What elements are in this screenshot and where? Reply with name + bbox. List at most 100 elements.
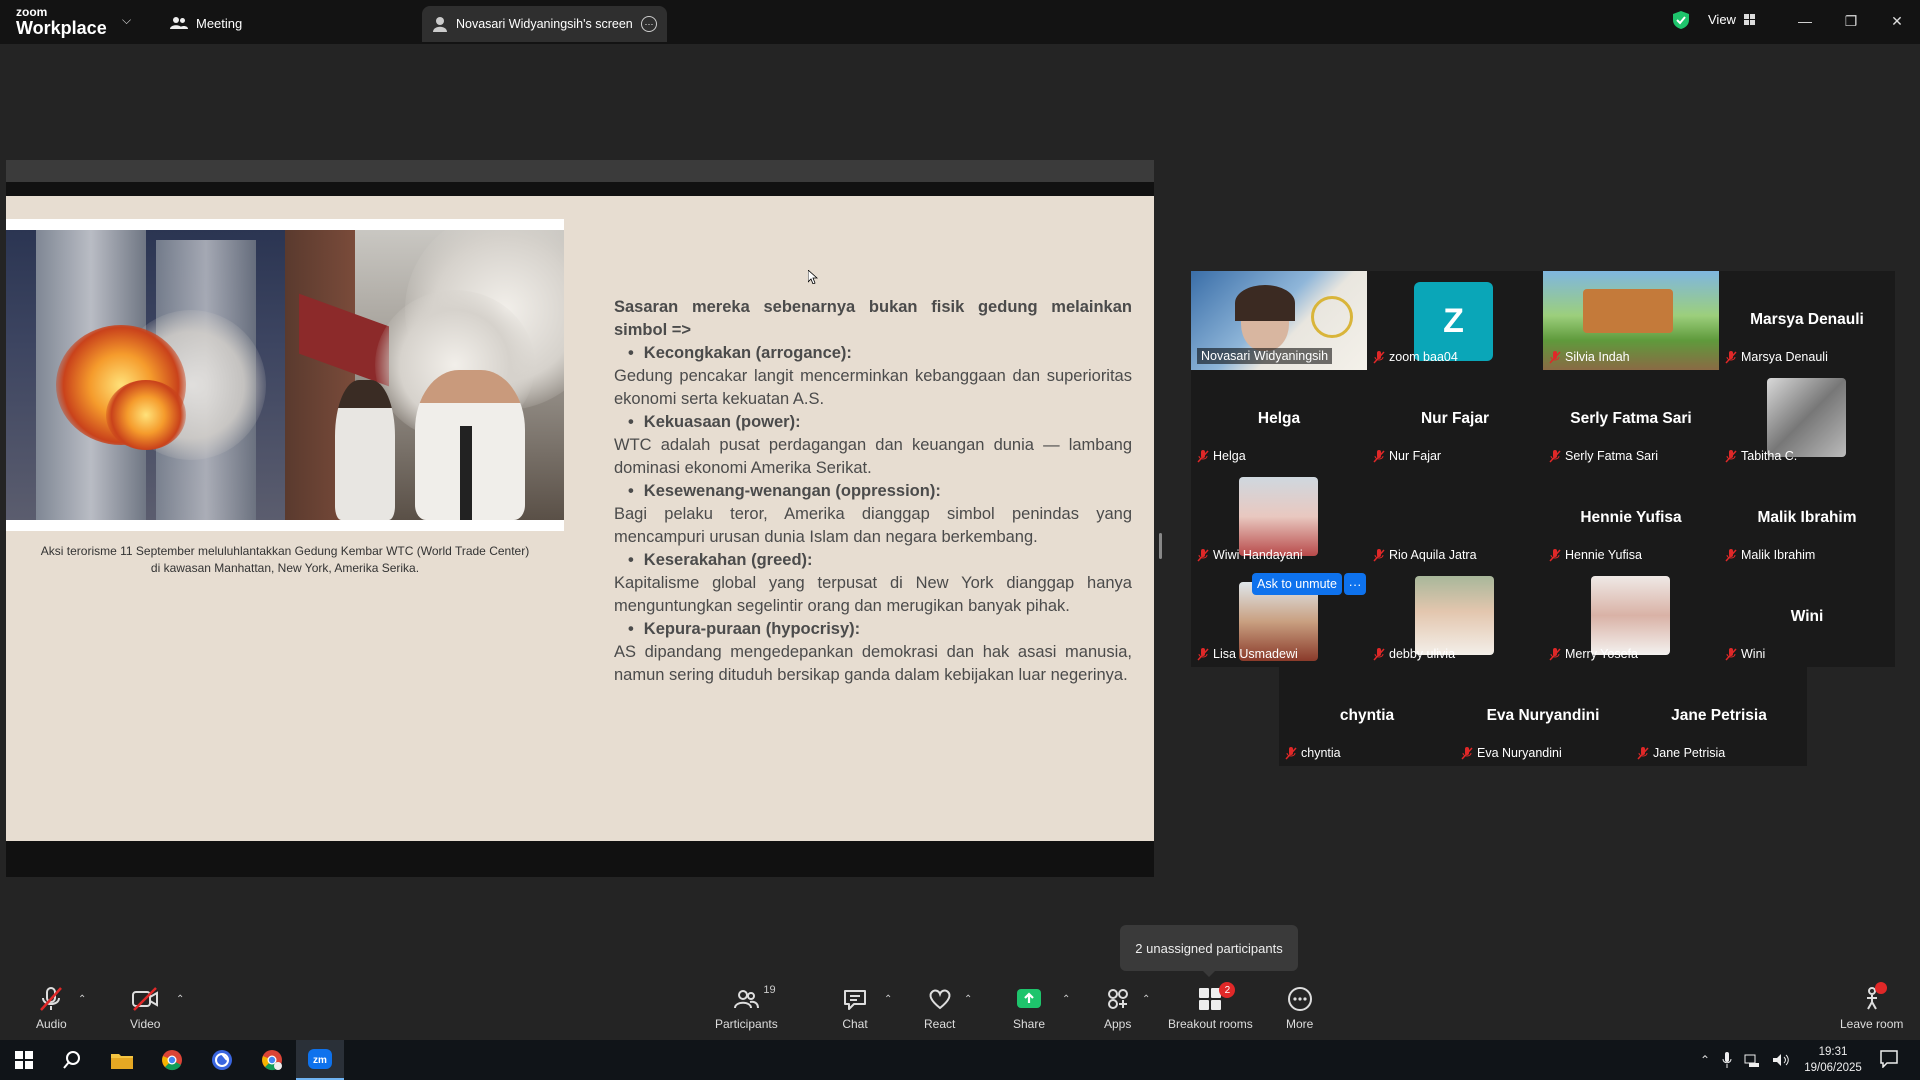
slide-body-text: Sasaran mereka sebenarnya bukan fisik ge… (614, 296, 1132, 687)
muted-mic-icon (1549, 647, 1561, 661)
participant-tile[interactable]: Nur Fajar Nur Fajar (1367, 370, 1543, 469)
encryption-shield-icon[interactable] (1672, 10, 1690, 30)
participant-tile[interactable]: chyntia chyntia (1279, 667, 1455, 766)
view-label: View (1708, 12, 1736, 27)
participant-name-text: Novasari Widyaningsih (1201, 349, 1329, 363)
tab-meeting-label: Meeting (196, 15, 243, 31)
participant-tile[interactable]: Malik Ibrahim Malik Ibrahim (1719, 469, 1895, 568)
taskbar-clock[interactable]: 19:31 19/06/2025 (1802, 1044, 1864, 1076)
more-options-icon[interactable]: ··· (641, 16, 657, 32)
avatar (1591, 576, 1670, 655)
breakout-rooms-button[interactable]: 2 Breakout rooms (1168, 982, 1253, 1031)
participant-name: Lisa Usmadewi (1213, 647, 1298, 661)
ask-to-unmute-button[interactable]: Ask to unmute (1252, 573, 1342, 595)
muted-mic-icon (1725, 548, 1737, 562)
tab-meeting[interactable]: Meeting (170, 10, 242, 36)
muted-mic-icon (1197, 647, 1209, 661)
participants-icon (734, 990, 760, 1009)
browser-app-icon[interactable] (198, 1040, 246, 1080)
react-button[interactable]: React (924, 986, 955, 1031)
muted-mic-icon (1373, 647, 1385, 661)
muted-mic-icon (40, 987, 63, 1011)
caption-line-1: Aksi terorisme 11 September meluluhlanta… (40, 544, 530, 558)
apps-options-caret-icon[interactable]: ⌃ (1142, 994, 1150, 1005)
zoom-app-icon[interactable]: zm (296, 1040, 344, 1080)
react-label: React (924, 1017, 956, 1031)
audio-button[interactable]: Audio (36, 986, 67, 1031)
view-button[interactable]: View (1708, 12, 1755, 27)
chat-options-caret-icon[interactable]: ⌃ (884, 994, 892, 1005)
chat-button[interactable]: Chat (842, 986, 868, 1031)
network-icon[interactable] (1744, 1053, 1760, 1067)
muted-mic-icon (1725, 647, 1737, 661)
participant-tile[interactable]: Hennie Yufisa Hennie Yufisa (1543, 469, 1719, 568)
microphone-icon[interactable] (1722, 1052, 1732, 1068)
participant-name: zoom baa04 (1389, 350, 1458, 364)
participant-tile[interactable]: Wiwi Handayani (1191, 469, 1367, 568)
search-icon[interactable] (48, 1040, 96, 1080)
participant-name: Merry Yosefa (1565, 647, 1638, 661)
video-options-caret-icon[interactable]: ⌃ (176, 994, 184, 1005)
volume-icon[interactable] (1772, 1053, 1790, 1067)
participant-name: Novasari Widyaningsih (1197, 348, 1333, 364)
participant-tile[interactable]: Rio Aquila Jatra (1367, 469, 1543, 568)
share-screen-icon (1017, 989, 1042, 1008)
notification-center-icon[interactable] (1880, 1050, 1898, 1068)
participant-tile[interactable]: debby ulivia (1367, 568, 1543, 667)
react-options-caret-icon[interactable]: ⌃ (964, 994, 972, 1005)
participant-tile[interactable]: Serly Fatma Sari Serly Fatma Sari (1543, 370, 1719, 469)
twin-towers-image (6, 230, 285, 520)
participant-display-name: Eva Nuryandini (1486, 707, 1600, 724)
participant-more-button[interactable]: ··· (1344, 573, 1366, 595)
point-body: Bagi pelaku teror, Amerika dianggap simb… (614, 505, 1132, 546)
participant-tile[interactable]: Eva Nuryandini Eva Nuryandini (1455, 667, 1631, 766)
restore-icon[interactable]: ❐ (1836, 9, 1866, 33)
chevron-down-icon[interactable]: ⌵ (122, 13, 131, 28)
leave-room-label: Leave room (1840, 1017, 1904, 1031)
participant-tile[interactable]: Wini Wini (1719, 568, 1895, 667)
presentation-slide: Aksi terorisme 11 September meluluhlanta… (6, 196, 1154, 841)
street-running-people-image (285, 230, 564, 520)
chevron-up-icon[interactable]: ⌃ (1700, 1053, 1710, 1067)
more-label: More (1286, 1017, 1314, 1031)
participant-name: Wini (1741, 647, 1766, 661)
audio-options-caret-icon[interactable]: ⌃ (78, 994, 86, 1005)
muted-mic-icon (1197, 449, 1209, 463)
windows-start-icon[interactable] (0, 1040, 48, 1080)
participant-tile[interactable]: Jane Petrisia Jane Petrisia (1631, 667, 1807, 766)
point-title: Kekuasaan (power): (614, 411, 1132, 434)
chrome-profile-icon[interactable] (248, 1040, 296, 1080)
tab-shared-screen[interactable]: Novasari Widyaningsih's screen ··· (422, 6, 667, 42)
participant-tile[interactable]: Tabitha C. (1719, 370, 1895, 469)
splitter-handle[interactable] (1159, 533, 1162, 559)
share-button[interactable]: Share (1013, 986, 1045, 1031)
share-options-caret-icon[interactable]: ⌃ (1062, 994, 1070, 1005)
wtc-photo (6, 219, 564, 531)
participant-tile[interactable]: Helga Helga (1191, 370, 1367, 469)
point-title: Keserakahan (greed): (614, 549, 1132, 572)
participant-tile[interactable]: Marsya Denauli Marsya Denauli (1719, 271, 1895, 370)
close-icon[interactable]: ✕ (1882, 9, 1912, 33)
file-explorer-icon[interactable] (98, 1040, 146, 1080)
participant-tile[interactable]: Merry Yosefa (1543, 568, 1719, 667)
participant-display-name: Nur Fajar (1420, 410, 1490, 427)
leave-room-button[interactable]: Leave room (1840, 982, 1904, 1031)
apps-label: Apps (1104, 1017, 1132, 1031)
video-button[interactable]: Video (130, 986, 160, 1031)
participant-tile[interactable]: Novasari Widyaningsih (1191, 271, 1367, 370)
participant-name: Malik Ibrahim (1741, 548, 1816, 562)
more-button[interactable]: More (1286, 986, 1313, 1031)
participants-button[interactable]: 19 Participants (715, 984, 778, 1031)
point-title: Kepura-puraan (hypocrisy): (614, 618, 1132, 641)
chrome-icon[interactable] (148, 1040, 196, 1080)
apps-button[interactable]: Apps (1104, 986, 1131, 1031)
shared-screen: Aksi terorisme 11 September meluluhlanta… (6, 160, 1154, 877)
muted-mic-icon (1373, 350, 1385, 364)
participant-tile[interactable]: Silvia Indah (1543, 271, 1719, 370)
minimize-icon[interactable]: — (1790, 9, 1820, 33)
participant-tile[interactable]: Z zoom baa04 (1367, 271, 1543, 370)
point-body: AS dipandang mengedepankan demokrasi dan… (614, 643, 1132, 684)
caption-line-2: di kawasan Manhattan, New York, Amerika … (150, 561, 420, 575)
brand-top-text: zoom (16, 5, 48, 19)
breakout-rooms-badge: 2 (1219, 982, 1236, 998)
